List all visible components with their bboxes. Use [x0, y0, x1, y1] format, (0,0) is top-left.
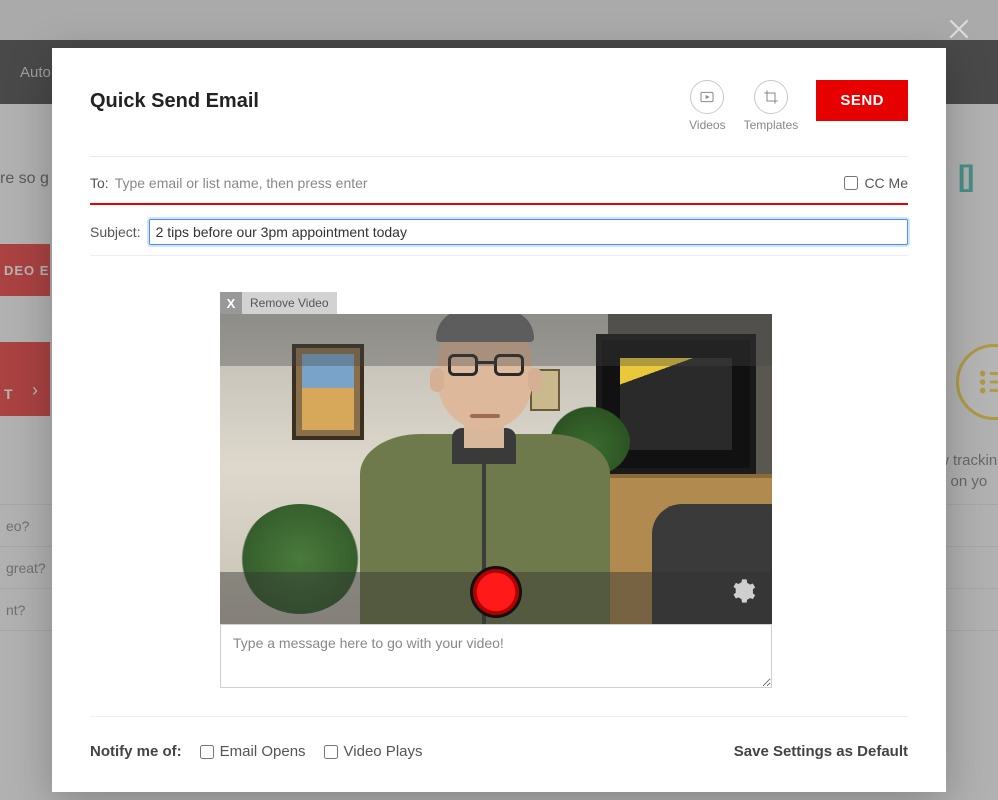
video-preview[interactable] [220, 314, 772, 624]
notify-label: Notify me of: [90, 743, 182, 760]
videos-button[interactable]: Videos [689, 80, 725, 132]
quick-send-email-modal: Quick Send Email Videos Templates SEND [52, 48, 946, 792]
subject-label: Subject: [90, 224, 141, 240]
video-plays-checkbox[interactable] [324, 745, 338, 759]
email-opens-toggle[interactable]: Email Opens [200, 743, 306, 760]
save-settings-default-button[interactable]: Save Settings as Default [734, 743, 908, 760]
close-modal-button[interactable] [946, 16, 972, 47]
gear-icon [728, 577, 756, 605]
record-button[interactable] [470, 566, 522, 618]
to-label: To: [90, 175, 109, 191]
send-button[interactable]: SEND [816, 80, 908, 121]
to-input[interactable] [115, 171, 839, 195]
header-actions: Videos Templates SEND [689, 80, 908, 132]
to-row: To: CC Me [90, 157, 908, 205]
subject-input[interactable] [149, 219, 908, 245]
video-plays-label: Video Plays [344, 743, 423, 760]
remove-video-bar: X Remove Video [220, 292, 772, 314]
notify-group: Notify me of: Email Opens Video Plays [90, 743, 423, 760]
video-top-shade [220, 314, 772, 366]
email-opens-label: Email Opens [220, 743, 306, 760]
message-textarea[interactable] [220, 624, 772, 688]
remove-video-label: Remove Video [242, 292, 337, 314]
video-settings-button[interactable] [728, 577, 756, 610]
cc-me-checkbox[interactable] [844, 176, 858, 190]
play-icon [690, 80, 724, 114]
modal-footer: Notify me of: Email Opens Video Plays Sa… [90, 717, 908, 760]
email-opens-checkbox[interactable] [200, 745, 214, 759]
modal-overlay[interactable]: Quick Send Email Videos Templates SEND [0, 0, 998, 800]
video-area: X Remove Video [220, 292, 772, 688]
video-plays-toggle[interactable]: Video Plays [324, 743, 423, 760]
templates-button[interactable]: Templates [744, 80, 799, 132]
cc-me-toggle[interactable]: CC Me [844, 175, 908, 191]
modal-header: Quick Send Email Videos Templates SEND [90, 80, 908, 157]
close-icon: X [227, 296, 236, 311]
remove-video-button[interactable]: X [220, 292, 242, 314]
crop-icon [754, 80, 788, 114]
subject-row: Subject: [90, 219, 908, 256]
modal-title: Quick Send Email [90, 80, 259, 113]
templates-label: Templates [744, 118, 799, 132]
videos-label: Videos [689, 118, 725, 132]
cc-me-label: CC Me [864, 175, 908, 191]
